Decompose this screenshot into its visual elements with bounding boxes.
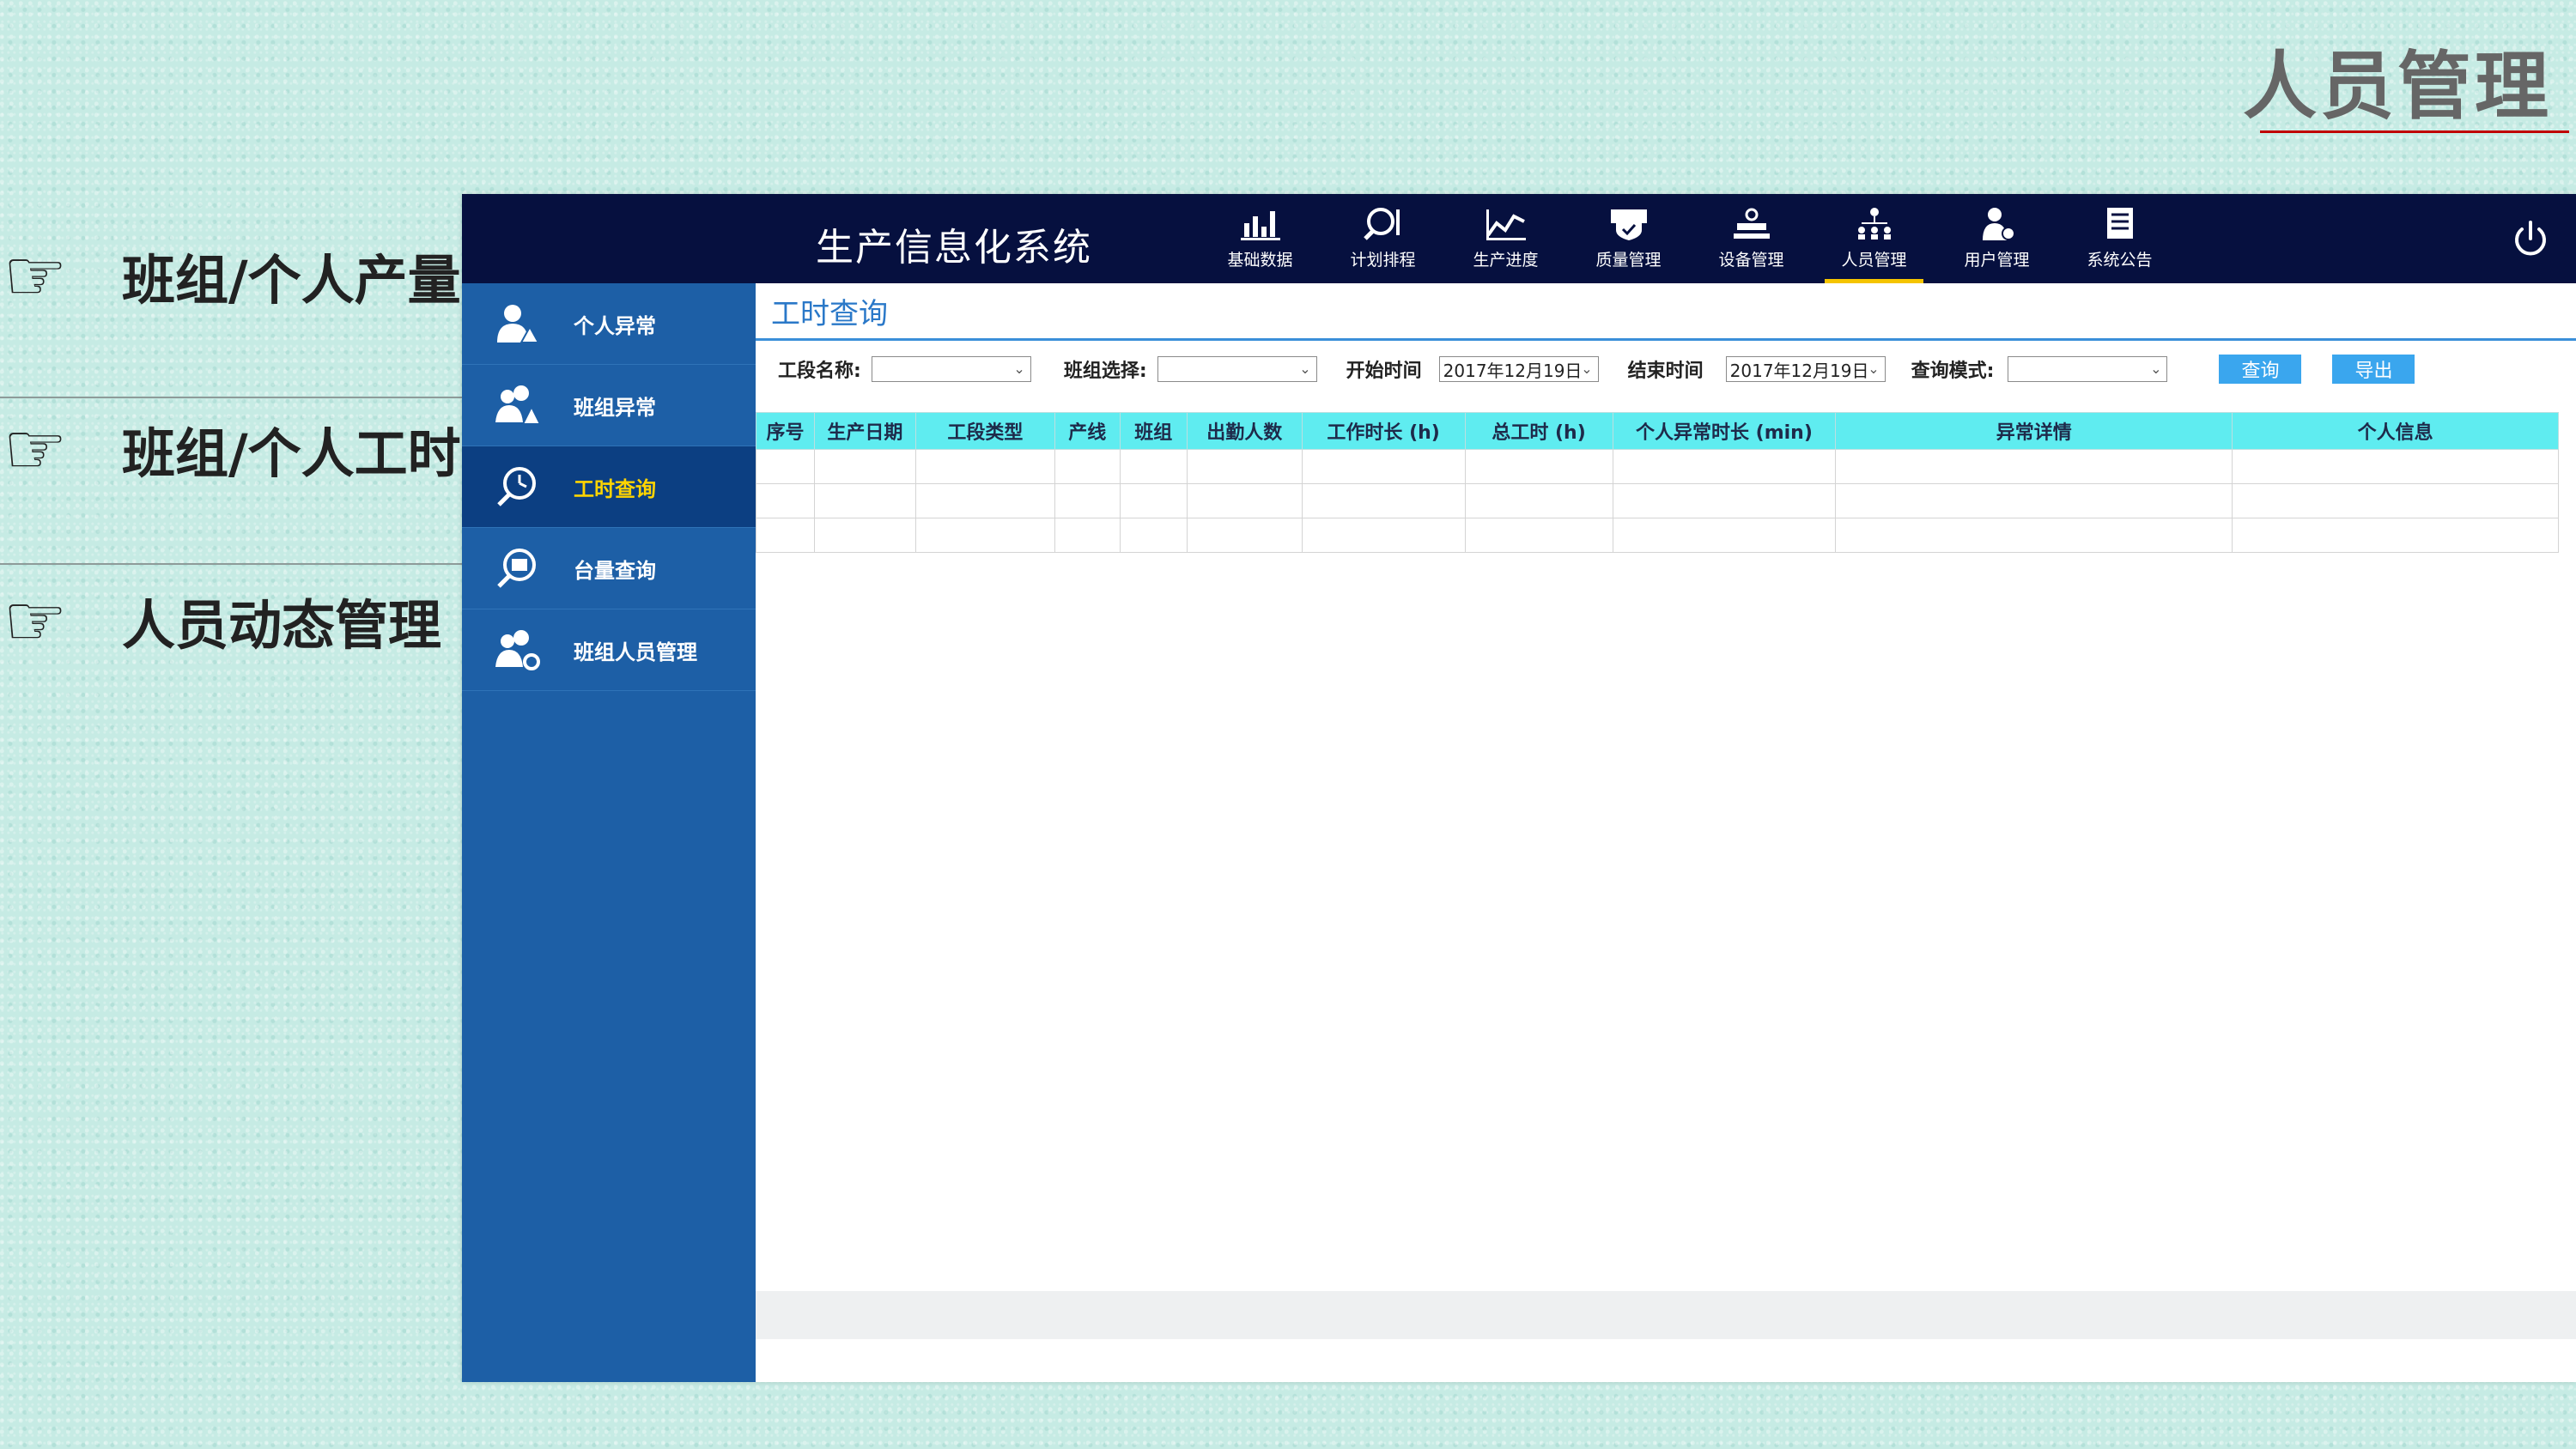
start-time-label: 开始时间: [1346, 361, 1422, 382]
chevron-down-icon: ⌄: [2150, 361, 2162, 377]
chevron-down-icon: ⌄: [1581, 361, 1593, 377]
pointing-hand-icon: ☞: [3, 407, 68, 491]
group-warning-icon: [495, 385, 540, 425]
sidebar-item-label: 班组异常: [574, 395, 656, 420]
end-date-value: 2017年12月19日: [1729, 360, 1869, 381]
page-header: 工时查询: [756, 283, 2576, 341]
column-header[interactable]: 个人信息: [2232, 412, 2559, 450]
nav-label: 设备管理: [1718, 251, 1784, 270]
column-header[interactable]: 序号: [756, 412, 815, 450]
line-chart-icon: [1485, 209, 1526, 240]
nav-item-quality[interactable]: 质量管理: [1567, 203, 1690, 280]
group-settings-icon: [495, 630, 540, 670]
table-row[interactable]: [756, 483, 2559, 518]
clock-search-icon: [497, 467, 536, 506]
bar-chart-icon: [1240, 211, 1280, 240]
column-header[interactable]: 总工时 (h): [1464, 412, 1613, 450]
sidebar-item-count-query[interactable]: 台量查询: [462, 528, 756, 609]
bullet-text: 人员动态管理: [122, 594, 442, 657]
sidebar-item-label: 台量查询: [574, 558, 656, 583]
page-title: 工时查询: [771, 296, 888, 331]
divider: [0, 563, 464, 565]
nav-item-equipment[interactable]: 设备管理: [1690, 203, 1813, 280]
column-header[interactable]: 个人异常时长 (min): [1612, 412, 1837, 450]
query-mode-select[interactable]: ⌄: [2008, 356, 2168, 382]
column-header[interactable]: 班组: [1119, 412, 1188, 450]
sidebar-item-label: 班组人员管理: [574, 640, 697, 664]
bullet-text: 班组/个人产量: [122, 249, 461, 312]
nav-label: 基础数据: [1227, 251, 1293, 270]
chevron-down-icon: ⌄: [1013, 361, 1025, 377]
table-header-row: 序号 生产日期 工段类型 产线 班组 出勤人数 工作时长 (h) 总工时 (h)…: [756, 412, 2559, 450]
plan-search-icon: [1363, 208, 1400, 240]
team-select[interactable]: ⌄: [1157, 356, 1317, 382]
nav-label: 生产进度: [1473, 251, 1539, 270]
pointing-hand-icon: ☞: [3, 579, 68, 663]
sidebar-item-label: 个人异常: [574, 313, 656, 338]
table-row[interactable]: [756, 518, 2559, 553]
quality-shield-icon: [1610, 209, 1647, 240]
nav-label: 人员管理: [1841, 251, 1907, 270]
user-icon: [1982, 208, 2015, 240]
column-header[interactable]: 产线: [1054, 412, 1121, 450]
end-time-label: 结束时间: [1627, 361, 1704, 382]
app-window: 生产信息化系统 基础数据 计划排程 生产进度 质量管理 设备管理 人员管理 用户…: [462, 194, 2576, 1382]
section-select[interactable]: ⌄: [871, 356, 1031, 382]
chevron-down-icon: ⌄: [1868, 361, 1880, 377]
nav-item-users[interactable]: 用户管理: [1935, 203, 2058, 280]
chevron-down-icon: ⌄: [1299, 361, 1311, 377]
sidebar-item-hours-query[interactable]: 工时查询: [462, 446, 756, 528]
sidebar: 个人异常 班组异常 工时查询 台量查询 班组人员管理: [462, 283, 756, 1382]
end-date-picker[interactable]: 2017年12月19日 ⌄: [1725, 356, 1886, 382]
nav-item-personnel[interactable]: 人员管理: [1813, 203, 1935, 283]
query-button[interactable]: 查询: [2219, 355, 2302, 384]
main-nav: 基础数据 计划排程 生产进度 质量管理 设备管理 人员管理 用户管理 系统公告: [1199, 203, 2181, 283]
nav-item-planning[interactable]: 计划排程: [1321, 203, 1444, 280]
table-row[interactable]: [756, 449, 2559, 484]
user-warning-icon: [497, 305, 540, 343]
nav-label: 用户管理: [1964, 251, 2030, 270]
sidebar-item-group-exception[interactable]: 班组异常: [462, 365, 756, 446]
column-header[interactable]: 出勤人数: [1186, 412, 1303, 450]
bullet-item: ☞ 班组/个人产量: [0, 233, 461, 318]
query-mode-label: 查询模式:: [1911, 361, 1995, 382]
start-date-value: 2017年12月19日: [1443, 360, 1583, 381]
notice-icon: [2106, 208, 2133, 239]
sidebar-item-group-members[interactable]: 班组人员管理: [462, 609, 756, 691]
equipment-icon: [1733, 208, 1770, 239]
nav-label: 质量管理: [1595, 251, 1662, 270]
hours-table: 序号 生产日期 工段类型 产线 班组 出勤人数 工作时长 (h) 总工时 (h)…: [756, 412, 2559, 553]
column-header[interactable]: 工段类型: [914, 412, 1055, 450]
start-date-picker[interactable]: 2017年12月19日 ⌄: [1438, 356, 1599, 382]
sidebar-item-label: 工时查询: [574, 476, 656, 501]
nav-item-notices[interactable]: 系统公告: [2058, 203, 2181, 280]
filter-bar: 工段名称: ⌄ 班组选择: ⌄ 开始时间 2017年12月19日 ⌄ 结束时间 …: [756, 343, 2576, 395]
export-button[interactable]: 导出: [2332, 355, 2415, 384]
sidebar-item-personal-exception[interactable]: 个人异常: [462, 283, 756, 365]
count-search-icon: [497, 549, 536, 588]
slide-title: 人员管理: [2243, 44, 2552, 130]
nav-item-progress[interactable]: 生产进度: [1444, 203, 1567, 280]
title-underline: [2260, 130, 2569, 133]
column-header[interactable]: 生产日期: [813, 412, 916, 450]
pointing-hand-icon: ☞: [3, 233, 68, 318]
status-band: [756, 1291, 2576, 1339]
bullet-item: ☞ 班组/个人工时: [0, 407, 461, 491]
power-icon[interactable]: [2509, 218, 2552, 261]
org-chart-icon: [1857, 208, 1891, 239]
top-bar: 生产信息化系统 基础数据 计划排程 生产进度 质量管理 设备管理 人员管理 用户…: [462, 194, 2576, 283]
section-label: 工段名称:: [778, 361, 861, 382]
team-label: 班组选择:: [1063, 361, 1147, 382]
column-header[interactable]: 异常详情: [1835, 412, 2233, 450]
nav-item-basic-data[interactable]: 基础数据: [1199, 203, 1321, 280]
divider: [0, 397, 464, 398]
bullet-item: ☞ 人员动态管理: [0, 579, 442, 663]
app-title: 生产信息化系统: [816, 226, 1092, 270]
nav-label: 系统公告: [2087, 251, 2153, 270]
column-header[interactable]: 工作时长 (h): [1301, 412, 1466, 450]
main-content: 工时查询 工段名称: ⌄ 班组选择: ⌄ 开始时间 2017年12月19日 ⌄ …: [756, 283, 2576, 1382]
nav-label: 计划排程: [1350, 251, 1416, 270]
bullet-text: 班组/个人工时: [122, 422, 461, 485]
footer-blank: [756, 1339, 2576, 1382]
